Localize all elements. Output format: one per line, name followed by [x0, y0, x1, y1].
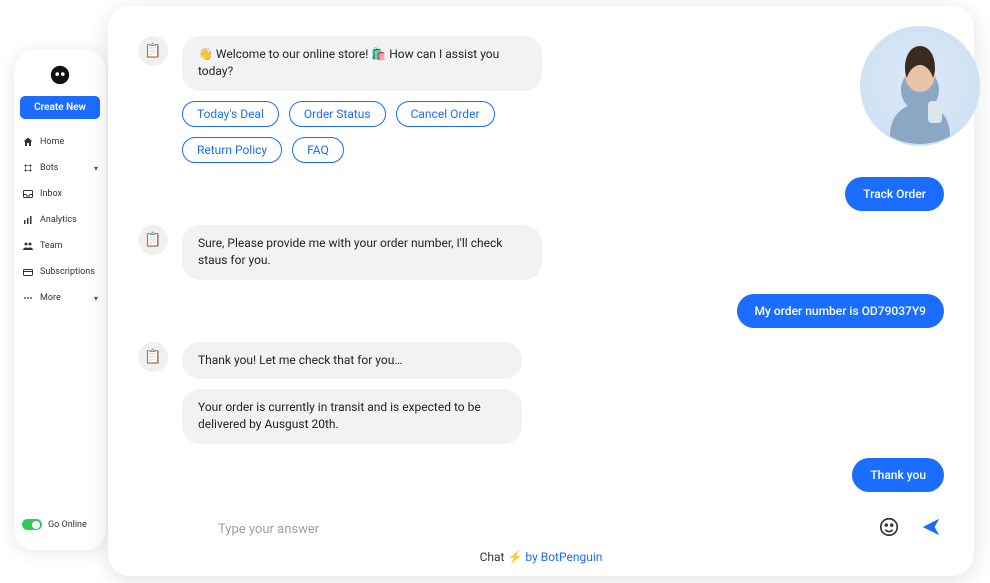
- bot-message: Thank you! Let me check that for you…: [182, 342, 522, 379]
- analytics-icon: [22, 214, 34, 226]
- sidebar-item-more[interactable]: More ▾: [20, 285, 100, 311]
- sidebar-item-label: Home: [40, 137, 64, 147]
- user-message-row: My order number is OD79037Y9: [138, 294, 944, 328]
- chip-return-policy[interactable]: Return Policy: [182, 137, 282, 163]
- bot-message: 👋 Welcome to our online store! 🛍️ How ca…: [182, 36, 542, 91]
- composer: [138, 510, 944, 544]
- inbox-icon: [22, 188, 34, 200]
- chip-todays-deal[interactable]: Today's Deal: [182, 101, 279, 127]
- chevron-down-icon: ▾: [94, 164, 98, 173]
- sidebar-item-label: Bots: [40, 163, 58, 173]
- user-message: My order number is OD79037Y9: [737, 294, 944, 328]
- sidebar-item-home[interactable]: Home: [20, 129, 100, 155]
- bot-message: Your order is currently in transit and i…: [182, 389, 522, 444]
- subscriptions-icon: [22, 266, 34, 278]
- chevron-down-icon: ▾: [94, 294, 98, 303]
- sidebar-item-subscriptions[interactable]: Subscriptions: [20, 259, 100, 285]
- bot-avatar-icon: 📋: [138, 342, 168, 372]
- sidebar-item-bots[interactable]: Bots ▾: [20, 155, 100, 181]
- sidebar-item-label: Subscriptions: [40, 267, 95, 277]
- sidebar-item-label: Inbox: [40, 189, 62, 199]
- chip-faq[interactable]: FAQ: [292, 137, 344, 163]
- message-list: 📋 👋 Welcome to our online store! 🛍️ How …: [138, 36, 944, 510]
- bots-icon: [22, 162, 34, 174]
- bot-message-row: 📋 Thank you! Let me check that for you… …: [138, 342, 944, 444]
- sidebar-item-label: Team: [40, 241, 63, 251]
- team-icon: [22, 240, 34, 252]
- more-icon: [22, 292, 34, 304]
- bot-message: Sure, Please provide me with your order …: [182, 225, 542, 280]
- user-message-row: Track Order: [138, 177, 944, 211]
- user-message: Track Order: [845, 177, 944, 211]
- bot-avatar-icon: 📋: [138, 225, 168, 255]
- bot-message-row: 📋 Sure, Please provide me with your orde…: [138, 225, 944, 280]
- send-icon: [920, 516, 942, 542]
- chat-window: 📋 👋 Welcome to our online store! 🛍️ How …: [108, 6, 974, 576]
- user-message: Thank you: [852, 458, 944, 492]
- message-input[interactable]: [218, 522, 860, 537]
- toggle-switch-icon: [22, 519, 42, 530]
- go-online-toggle[interactable]: Go Online: [20, 513, 100, 536]
- chat-footer: Chat ⚡ by BotPenguin: [138, 544, 944, 564]
- footer-prefix: Chat: [480, 550, 508, 564]
- botpenguin-logo: [49, 64, 71, 86]
- sidebar-item-inbox[interactable]: Inbox: [20, 181, 100, 207]
- send-button[interactable]: [918, 516, 944, 542]
- sidebar-item-label: Analytics: [40, 215, 77, 225]
- user-message-row: Thank you: [138, 458, 944, 492]
- chip-order-status[interactable]: Order Status: [289, 101, 386, 127]
- user-avatar: [860, 26, 980, 146]
- app-sidebar: Create New Home Bots ▾ Inbox Analytics T…: [14, 50, 106, 550]
- chip-cancel-order[interactable]: Cancel Order: [396, 101, 495, 127]
- lightning-icon: ⚡: [507, 550, 522, 564]
- smiley-icon: [878, 516, 900, 542]
- go-online-label: Go Online: [48, 520, 87, 530]
- bot-message-row: 📋 👋 Welcome to our online store! 🛍️ How …: [138, 36, 944, 163]
- sidebar-item-analytics[interactable]: Analytics: [20, 207, 100, 233]
- sidebar-item-team[interactable]: Team: [20, 233, 100, 259]
- create-new-button[interactable]: Create New: [20, 96, 100, 119]
- sidebar-item-label: More: [40, 293, 61, 303]
- quick-reply-chips: Today's Deal Order Status Cancel Order R…: [182, 101, 562, 163]
- bot-avatar-icon: 📋: [138, 36, 168, 66]
- emoji-button[interactable]: [876, 516, 902, 542]
- home-icon: [22, 136, 34, 148]
- footer-brand-link[interactable]: by BotPenguin: [525, 550, 602, 564]
